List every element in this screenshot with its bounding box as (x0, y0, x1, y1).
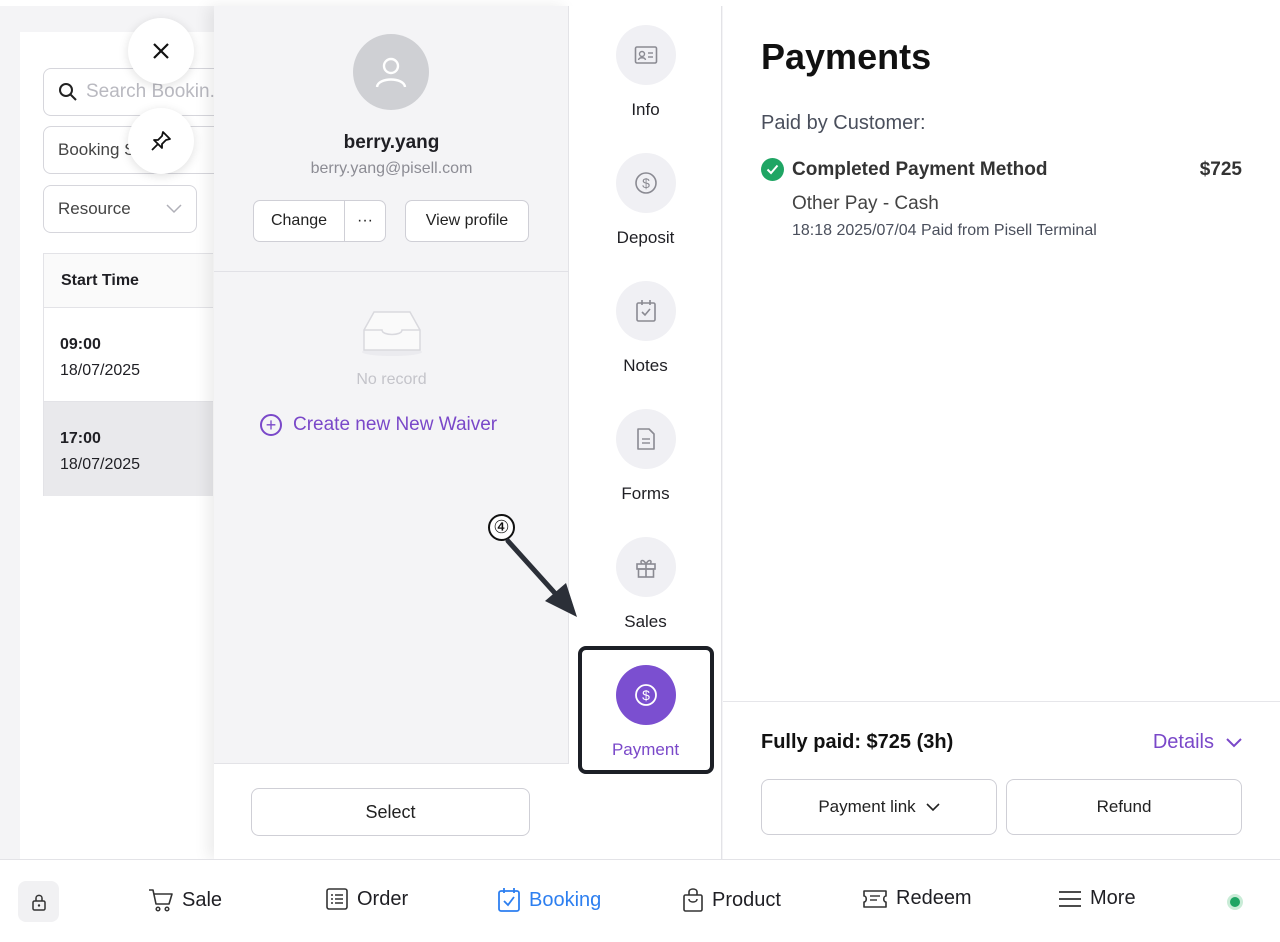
close-button[interactable] (128, 18, 194, 84)
customer-footer: Select (214, 763, 569, 859)
online-status-dot (1227, 894, 1243, 910)
payments-panel: Payments Paid by Customer: Completed Pay… (723, 6, 1280, 859)
cart-icon (149, 889, 173, 912)
tab-order[interactable]: Order (325, 887, 408, 911)
tab-sale[interactable]: Sale (148, 887, 222, 913)
nav-label-info: Info (631, 100, 660, 119)
dollar-icon: $ (615, 153, 676, 213)
tab-product[interactable]: Product (682, 887, 781, 913)
gift-icon (615, 537, 676, 597)
search-placeholder: Search Bookin... (86, 81, 226, 102)
tab-label-booking: Booking (529, 888, 602, 911)
plus-circle-icon: + (260, 414, 282, 436)
customer-panel: berry.yang berry.yang@pisell.com Change … (214, 6, 569, 859)
tab-redeem[interactable]: Redeem (862, 887, 972, 910)
tab-more[interactable]: More (1058, 887, 1136, 910)
bottom-tab-bar: Sale Order Booking Product Redeem More (0, 859, 1280, 942)
nav-label-forms: Forms (621, 484, 670, 503)
paid-by-heading: Paid by Customer: (761, 112, 926, 134)
annotation-arrow-icon (505, 538, 577, 617)
menu-icon (1059, 890, 1081, 907)
id-card-icon (615, 25, 676, 85)
svg-text:$: $ (642, 175, 650, 191)
no-record-text: No record (356, 371, 427, 388)
lock-button[interactable] (18, 881, 59, 922)
payment-detail: 18:18 2025/07/04 Paid from Pisell Termin… (792, 222, 1097, 239)
payment-amount: $725 (1199, 159, 1242, 180)
calendar-check-icon (498, 888, 520, 912)
bag-icon (683, 888, 703, 912)
nav-item-forms[interactable]: Forms (569, 409, 722, 504)
nav-label-deposit: Deposit (616, 228, 675, 247)
start-time-header: Start Time (44, 254, 213, 308)
lock-icon (31, 894, 46, 911)
refund-button[interactable]: Refund (1006, 779, 1242, 835)
nav-item-sales[interactable]: Sales (569, 537, 722, 632)
tab-booking[interactable]: Booking (497, 887, 601, 913)
table-row[interactable]: 17:00 18/07/2025 (44, 402, 213, 496)
payment-link-button[interactable]: Payment link (761, 779, 997, 835)
create-waiver-link[interactable]: + Create new New Waiver (260, 414, 497, 436)
row-date: 18/07/2025 (60, 362, 141, 379)
tab-label-sale: Sale (182, 888, 223, 911)
booking-status-label: Booking S (58, 140, 136, 159)
avatar (353, 34, 429, 110)
payment-method-name: Other Pay - Cash (792, 193, 939, 214)
tab-label-more: More (1090, 887, 1136, 909)
customer-email: berry.yang@pisell.com (310, 160, 473, 177)
payment-highlight-box (578, 646, 714, 774)
tab-label-product: Product (712, 888, 781, 911)
search-icon (59, 83, 77, 101)
nav-item-deposit[interactable]: $ Deposit (569, 153, 722, 248)
row-date: 18/07/2025 (60, 456, 141, 473)
view-profile-button[interactable]: View profile (405, 200, 529, 242)
pin-icon (151, 131, 171, 151)
payment-link-label: Payment link (818, 797, 916, 816)
details-toggle[interactable]: Details (1153, 731, 1242, 754)
details-label: Details (1152, 731, 1214, 753)
select-button[interactable]: Select (251, 788, 530, 836)
tab-label-redeem: Redeem (896, 887, 972, 909)
list-icon (326, 888, 348, 910)
table-row[interactable]: 09:00 18/07/2025 (44, 308, 213, 402)
payment-summary: Fully paid: $725 (3h) (761, 731, 954, 753)
user-icon (375, 57, 407, 88)
page-title: Payments (761, 36, 932, 77)
close-icon (153, 43, 169, 59)
resource-filter-label: Resource (58, 199, 131, 218)
calendar-check-icon (615, 281, 676, 341)
nav-item-info[interactable]: Info (569, 25, 722, 120)
booking-table: Start Time 09:00 18/07/2025 17:00 18/07/… (43, 253, 213, 496)
empty-inbox-icon (362, 311, 422, 356)
chevron-down-icon (166, 204, 182, 214)
create-waiver-label: Create new New Waiver (293, 414, 498, 435)
more-options-button[interactable]: ··· (344, 200, 386, 242)
ticket-icon (863, 889, 887, 908)
tab-label-order: Order (357, 887, 409, 910)
check-circle-icon (761, 158, 784, 181)
payment-method-title: Completed Payment Method (792, 159, 1048, 180)
chevron-down-icon (1226, 737, 1242, 747)
nav-label-notes: Notes (623, 356, 668, 375)
row-time: 17:00 (60, 430, 101, 447)
nav-item-notes[interactable]: Notes (569, 281, 722, 376)
chevron-down-icon (926, 802, 940, 811)
row-time: 09:00 (60, 336, 101, 353)
document-icon (615, 409, 676, 469)
resource-filter[interactable]: Resource (43, 185, 197, 233)
customer-name: berry.yang (343, 132, 440, 153)
customer-header: berry.yang berry.yang@pisell.com Change … (214, 6, 569, 272)
pin-button[interactable] (128, 108, 194, 174)
change-button[interactable]: Change (253, 200, 345, 242)
payment-footer: Fully paid: $725 (3h) Details Payment li… (723, 701, 1280, 859)
nav-label-sales: Sales (624, 612, 667, 631)
